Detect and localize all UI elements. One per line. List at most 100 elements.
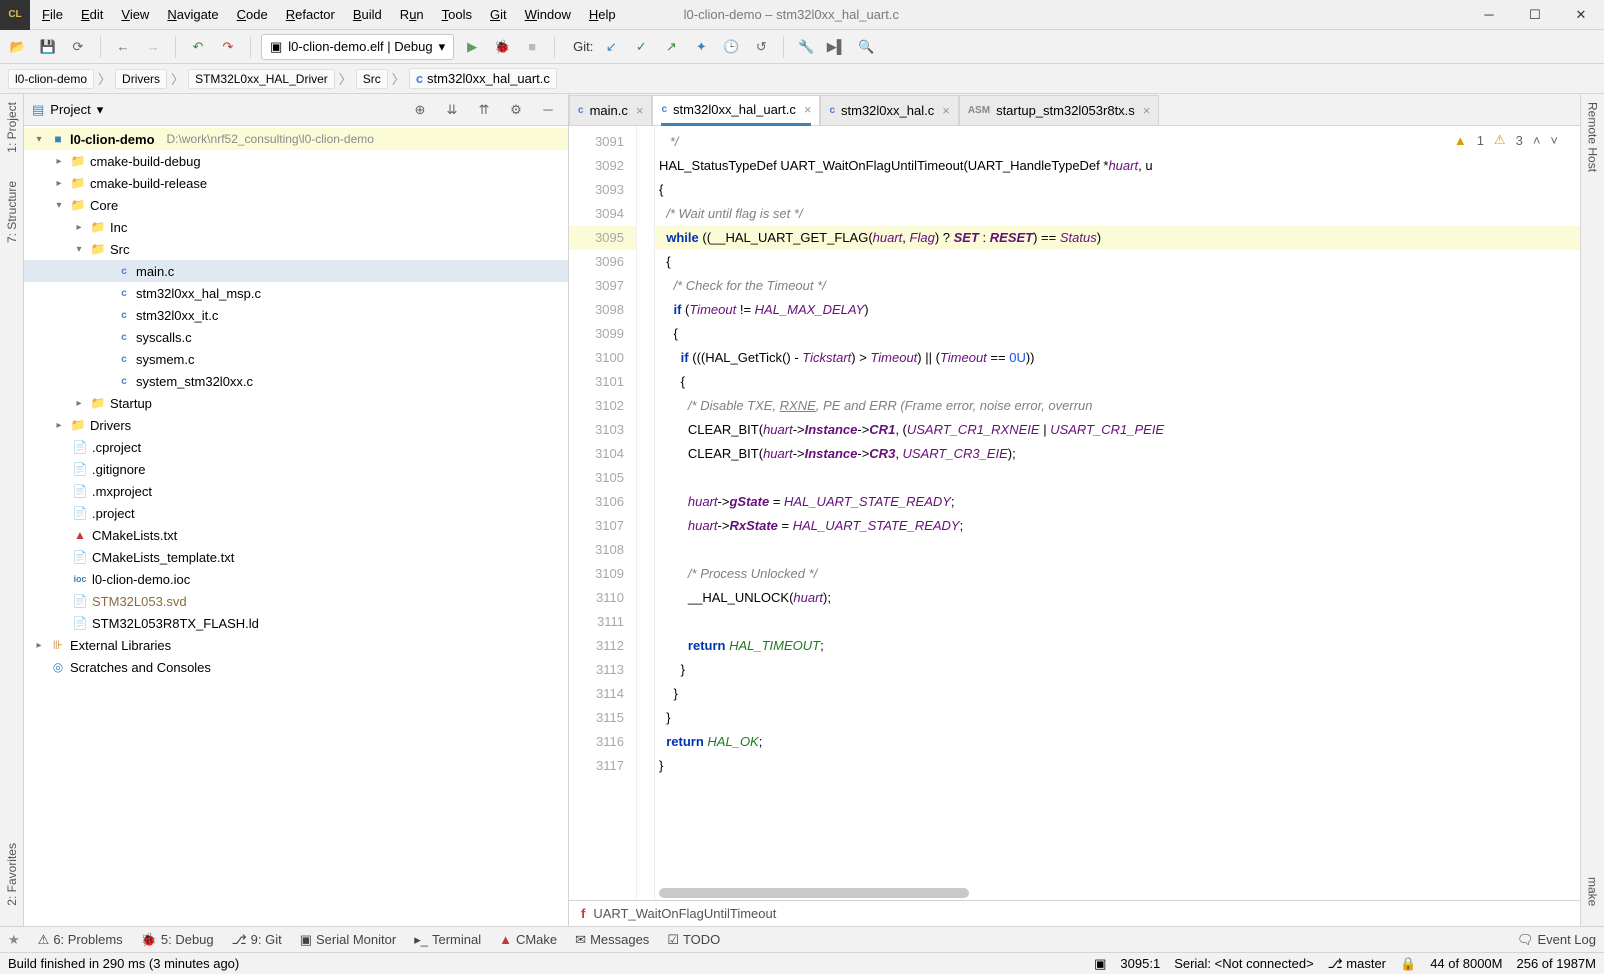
tree-root[interactable]: ▾■l0-clion-demoD:\work\nrf52_consulting\… <box>24 128 568 150</box>
gear-icon[interactable]: ⚙ <box>504 98 528 122</box>
crumb-0[interactable]: l0-clion-demo <box>8 69 94 89</box>
menu-refactor[interactable]: Refactor <box>278 3 343 26</box>
tree-ext-libs[interactable]: ▸⊪External Libraries <box>24 634 568 656</box>
tree-system[interactable]: csystem_stm32l0xx.c <box>24 370 568 392</box>
run-config-dropdown[interactable]: ▣ l0-clion-demo.elf | Debug ▾ <box>261 34 454 60</box>
tree-cmakelists[interactable]: ▲CMakeLists.txt <box>24 524 568 546</box>
code-content[interactable]: */ HAL_StatusTypeDef UART_WaitOnFlagUnti… <box>655 126 1580 900</box>
crumb-4[interactable]: cstm32l0xx_hal_uart.c <box>409 68 557 89</box>
tree-drivers[interactable]: ▸📁Drivers <box>24 414 568 436</box>
tree-ioc[interactable]: iocl0-clion-demo.ioc <box>24 568 568 590</box>
tree-gitignore[interactable]: 📄.gitignore <box>24 458 568 480</box>
bt-terminal[interactable]: ▸_Terminal <box>414 932 481 948</box>
expand-all-icon[interactable]: ⇊ <box>440 98 464 122</box>
rollback-icon[interactable]: ↺ <box>749 35 773 59</box>
tree-cmake-debug[interactable]: ▸📁cmake-build-debug <box>24 150 568 172</box>
back-icon[interactable]: ← <box>111 35 135 59</box>
rail-make[interactable]: make <box>1586 877 1600 906</box>
run-icon[interactable]: ▶ <box>460 35 484 59</box>
bt-messages[interactable]: ✉Messages <box>575 932 649 948</box>
bt-cmake[interactable]: ▲CMake <box>499 932 557 947</box>
menu-navigate[interactable]: Navigate <box>159 3 226 26</box>
status-pos[interactable]: 3095:1 <box>1120 956 1160 971</box>
menu-build[interactable]: Build <box>345 3 390 26</box>
breadcrumb-fn[interactable]: UART_WaitOnFlagUntilTimeout <box>593 906 776 921</box>
rail-favorites[interactable]: 2: Favorites <box>5 843 19 906</box>
tree-project[interactable]: 📄.project <box>24 502 568 524</box>
menu-code[interactable]: Code <box>229 3 276 26</box>
status-branch[interactable]: ⎇ master <box>1328 956 1386 972</box>
horizontal-scrollbar[interactable] <box>659 888 969 898</box>
lock-icon[interactable]: 🔒 <box>1400 956 1416 972</box>
bt-eventlog[interactable]: 🗨Event Log <box>1517 932 1596 948</box>
rail-remote-host[interactable]: Remote Host <box>1586 102 1600 172</box>
tree-svd[interactable]: 📄STM32L053.svd <box>24 590 568 612</box>
search-icon[interactable]: 🔍 <box>854 35 878 59</box>
star-icon[interactable]: ★ <box>8 932 20 948</box>
menu-window[interactable]: Window <box>517 3 579 26</box>
tree-core[interactable]: ▾📁Core <box>24 194 568 216</box>
locate-icon[interactable]: ⊕ <box>408 98 432 122</box>
close-icon[interactable]: × <box>636 103 644 118</box>
tree-cmake-release[interactable]: ▸📁cmake-build-release <box>24 172 568 194</box>
tree-syscalls[interactable]: csyscalls.c <box>24 326 568 348</box>
rail-project[interactable]: 1: Project <box>5 102 19 153</box>
crumb-1[interactable]: Drivers <box>115 69 167 89</box>
status-heap[interactable]: 256 of 1987M <box>1516 956 1596 971</box>
git-history-icon[interactable]: ✦ <box>689 35 713 59</box>
tab-startup-s[interactable]: ASMstartup_stm32l053r8tx.s× <box>959 95 1160 125</box>
menu-help[interactable]: Help <box>581 3 624 26</box>
menu-edit[interactable]: Edit <box>73 3 111 26</box>
chevron-down-icon[interactable]: ▾ <box>97 102 104 118</box>
tree-hal-msp[interactable]: cstm32l0xx_hal_msp.c <box>24 282 568 304</box>
tab-hal-uart[interactable]: cstm32l0xx_hal_uart.c× <box>652 95 820 125</box>
play-to-icon[interactable]: ▶▌ <box>824 35 848 59</box>
rail-structure[interactable]: 7: Structure <box>5 181 19 243</box>
sync-icon[interactable]: ⟳ <box>66 35 90 59</box>
undo-icon[interactable]: ↶ <box>186 35 210 59</box>
tree-inc[interactable]: ▸📁Inc <box>24 216 568 238</box>
bt-todo[interactable]: ☑TODO <box>667 932 720 948</box>
tree-mxproject[interactable]: 📄.mxproject <box>24 480 568 502</box>
tree-main-c[interactable]: cmain.c <box>24 260 568 282</box>
git-commit-icon[interactable]: ✓ <box>629 35 653 59</box>
forward-icon[interactable]: → <box>141 35 165 59</box>
redo-icon[interactable]: ↷ <box>216 35 240 59</box>
bt-debug[interactable]: 🐞5: Debug <box>141 932 214 948</box>
hide-icon[interactable]: ─ <box>536 98 560 122</box>
tree-cmakelists-tpl[interactable]: 📄CMakeLists_template.txt <box>24 546 568 568</box>
bt-serial[interactable]: ▣Serial Monitor <box>300 932 397 948</box>
open-icon[interactable]: 📂 <box>6 35 30 59</box>
tree-cproject[interactable]: 📄.cproject <box>24 436 568 458</box>
tree-it-c[interactable]: cstm32l0xx_it.c <box>24 304 568 326</box>
fold-gutter[interactable] <box>637 126 655 900</box>
tree-sysmem[interactable]: csysmem.c <box>24 348 568 370</box>
bt-git[interactable]: ⎇9: Git <box>232 932 282 948</box>
tree-flash-ld[interactable]: 📄STM32L053R8TX_FLASH.ld <box>24 612 568 634</box>
git-push-icon[interactable]: ↗ <box>659 35 683 59</box>
close-icon[interactable]: × <box>942 103 950 118</box>
tab-hal-c[interactable]: cstm32l0xx_hal.c× <box>820 95 958 125</box>
tree-scratches[interactable]: ◎Scratches and Consoles <box>24 656 568 678</box>
status-mem[interactable]: 44 of 8000M <box>1430 956 1502 971</box>
wrench-icon[interactable]: 🔧 <box>794 35 818 59</box>
bt-problems[interactable]: ⚠6: Problems <box>38 932 123 948</box>
code-editor[interactable]: ▲1 ⚠3 ˄˅ 3091309230933094309530963097309… <box>569 126 1580 900</box>
debug-icon[interactable]: 🐞 <box>490 35 514 59</box>
stop-icon[interactable]: ■ <box>520 35 544 59</box>
tree-startup[interactable]: ▸📁Startup <box>24 392 568 414</box>
menu-git[interactable]: Git <box>482 3 515 26</box>
menu-file[interactable]: File <box>34 3 71 26</box>
collapse-all-icon[interactable]: ⇈ <box>472 98 496 122</box>
git-update-icon[interactable]: ↙ <box>599 35 623 59</box>
save-icon[interactable]: 💾 <box>36 35 60 59</box>
minimize-button[interactable]: ─ <box>1466 0 1512 30</box>
status-serial[interactable]: Serial: <Not connected> <box>1174 956 1313 971</box>
crumb-3[interactable]: Src <box>356 69 388 89</box>
close-button[interactable]: ✕ <box>1558 0 1604 30</box>
tree-src[interactable]: ▾📁Src <box>24 238 568 260</box>
menu-view[interactable]: View <box>113 3 157 26</box>
maximize-button[interactable]: ☐ <box>1512 0 1558 30</box>
menu-tools[interactable]: Tools <box>434 3 480 26</box>
tab-main-c[interactable]: cmain.c× <box>569 95 652 125</box>
